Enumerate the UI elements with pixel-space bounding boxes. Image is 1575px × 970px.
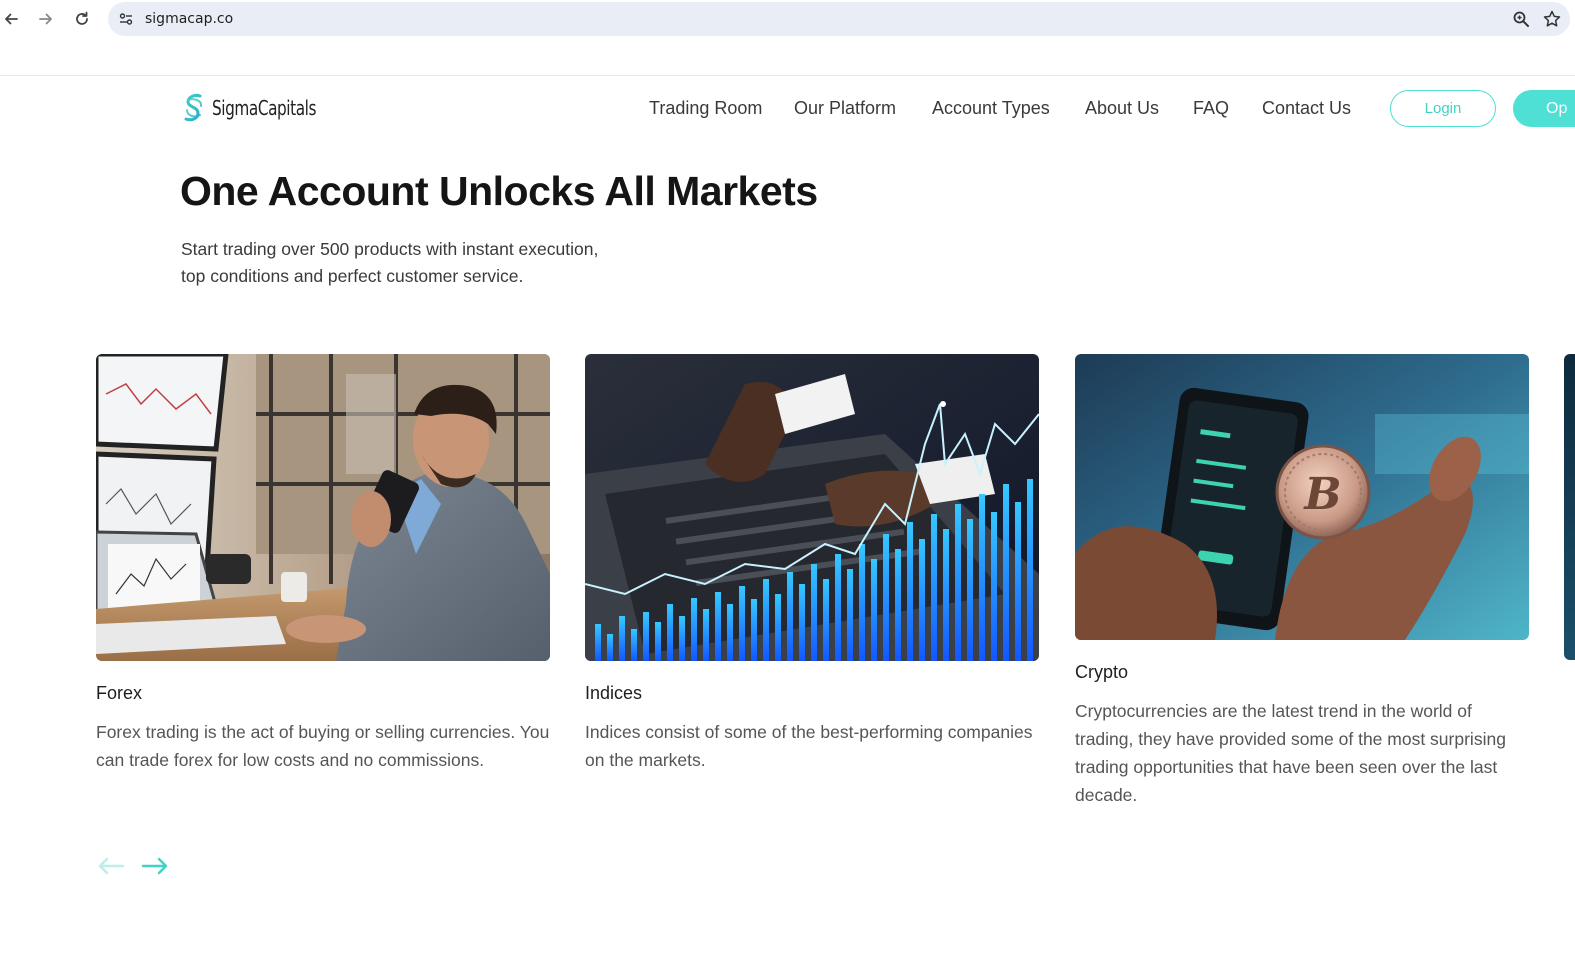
trader-office-photo (96, 354, 550, 661)
open-account-button[interactable]: Op (1513, 90, 1575, 127)
logo-text: SigmaCapitals (212, 96, 317, 120)
market-card-forex[interactable]: Forex Forex trading is the act of buying… (96, 354, 550, 774)
back-button[interactable] (0, 8, 22, 30)
card-description: Indices consist of some of the best-perf… (585, 722, 1033, 770)
indices-image (585, 354, 1039, 661)
nav-our-platform[interactable]: Our Platform (794, 98, 896, 119)
address-bar[interactable]: sigmacap.co (108, 2, 1570, 36)
arrow-right-icon (39, 13, 52, 25)
card-description: Cryptocurrencies are the latest trend in… (1075, 701, 1506, 805)
nav-trading-room[interactable]: Trading Room (649, 98, 762, 119)
card-description: Forex trading is the act of buying or se… (96, 722, 550, 770)
reload-button[interactable] (71, 8, 93, 30)
nav-contact-us[interactable]: Contact Us (1262, 98, 1351, 119)
arrow-right-icon (141, 857, 168, 875)
carousel-next-button[interactable] (140, 852, 170, 880)
hero-subtitle-line-1: Start trading over 500 products with ins… (181, 239, 599, 259)
sigma-logo-icon (184, 93, 203, 122)
forex-image (96, 354, 550, 661)
carousel-controls (96, 852, 170, 880)
crypto-image: B (1075, 354, 1529, 640)
nav-about-us[interactable]: About Us (1085, 98, 1159, 119)
market-card-next-partial[interactable] (1564, 354, 1575, 660)
laptop-chart-photo (585, 354, 1039, 661)
url-text[interactable]: sigmacap.co (145, 11, 233, 27)
hero-subtitle: Start trading over 500 products with ins… (181, 236, 651, 290)
svg-text:B: B (1302, 469, 1341, 520)
card-title: Crypto (1075, 662, 1129, 682)
login-button[interactable]: Login (1390, 90, 1496, 127)
card-title: Forex (96, 683, 143, 703)
market-card-crypto[interactable]: B Crypto Cryptocurrencies are the latest… (1075, 354, 1529, 809)
arrow-left-icon (98, 857, 125, 875)
carousel-prev-button[interactable] (96, 852, 126, 880)
card-title: Indices (585, 683, 643, 703)
nav-account-types[interactable]: Account Types (932, 98, 1050, 119)
arrow-left-icon (5, 13, 18, 25)
site-logo[interactable]: SigmaCapitals (180, 92, 334, 124)
page-title: One Account Unlocks All Markets (180, 168, 818, 214)
browser-toolbar: sigmacap.co (0, 0, 1575, 38)
header-divider (0, 75, 1575, 76)
hero-subtitle-line-2: top conditions and perfect customer serv… (181, 266, 524, 286)
bitcoin-coin-photo: B (1075, 354, 1529, 640)
tune-icon[interactable] (118, 11, 134, 27)
nav-faq[interactable]: FAQ (1193, 98, 1229, 119)
reload-icon (76, 11, 88, 25)
market-card-indices[interactable]: Indices Indices consist of some of the b… (585, 354, 1039, 774)
star-icon[interactable] (1542, 9, 1562, 29)
forward-button[interactable] (35, 8, 57, 30)
zoom-icon[interactable] (1512, 10, 1530, 28)
